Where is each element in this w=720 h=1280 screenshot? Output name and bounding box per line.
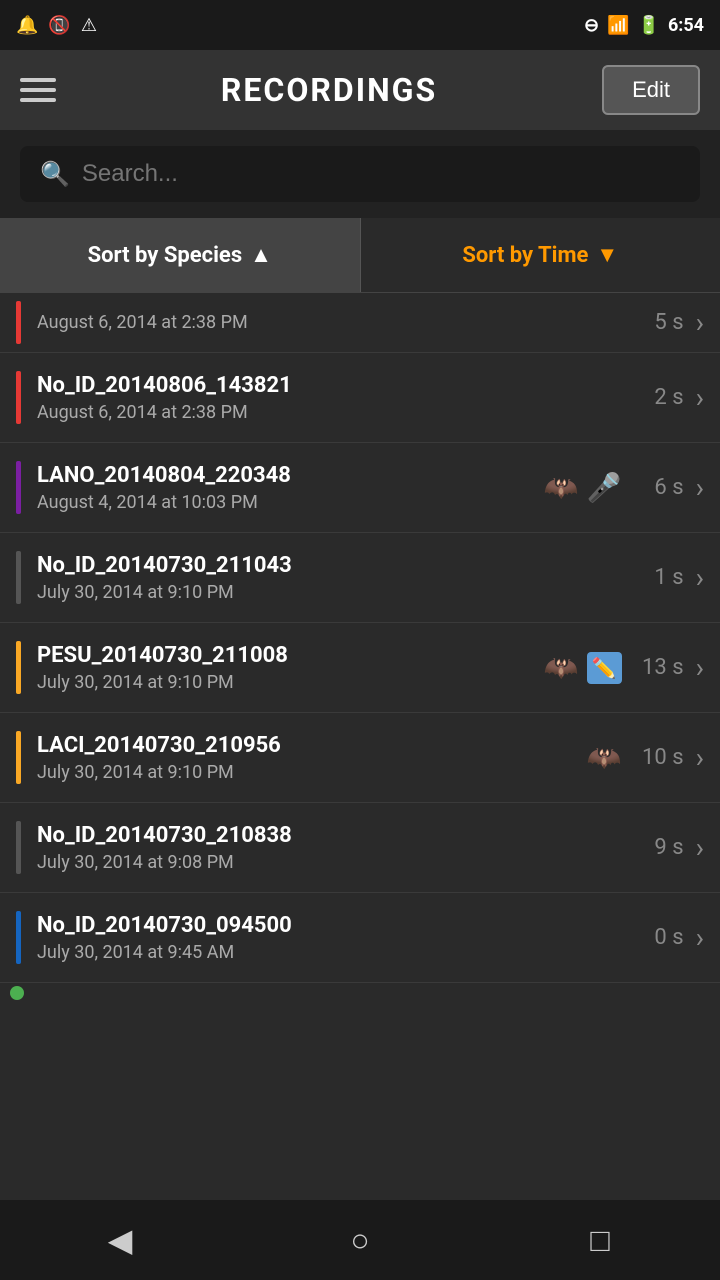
signal-off-icon: 📶 bbox=[607, 15, 629, 36]
item-date: July 30, 2014 at 9:10 PM bbox=[37, 672, 536, 693]
notification-icon: 🔔 bbox=[16, 15, 38, 36]
left-bar bbox=[16, 551, 21, 604]
left-bar bbox=[16, 301, 21, 344]
bat-icon: 🦇 bbox=[544, 651, 579, 684]
item-content: No_ID_20140806_143821 August 6, 2014 at … bbox=[37, 373, 622, 423]
sort-time-arrow: ▼ bbox=[596, 242, 618, 268]
item-content: No_ID_20140730_094500 July 30, 2014 at 9… bbox=[37, 913, 622, 963]
item-duration: 0 s bbox=[634, 925, 684, 950]
mic-icon: 🎤 bbox=[587, 471, 622, 504]
item-title: LACI_20140730_210956 bbox=[37, 733, 579, 758]
item-content: LANO_20140804_220348 August 4, 2014 at 1… bbox=[37, 463, 536, 513]
hamburger-line2 bbox=[20, 88, 56, 92]
sort-time-label: Sort by Time bbox=[462, 243, 588, 268]
chevron-right-icon: › bbox=[696, 921, 704, 954]
sort-species-arrow: ▲ bbox=[250, 242, 272, 268]
sort-by-species-button[interactable]: Sort by Species ▲ bbox=[0, 218, 361, 292]
pen-icon: ✏️ bbox=[587, 652, 622, 684]
item-duration: 6 s bbox=[634, 475, 684, 500]
status-icons-right: ⊖ 📶 🔋 6:54 bbox=[584, 15, 704, 36]
sort-by-time-button[interactable]: Sort by Time ▼ bbox=[361, 218, 720, 292]
left-bar bbox=[16, 641, 21, 694]
edit-button[interactable]: Edit bbox=[602, 65, 700, 115]
recording-item[interactable]: No_ID_20140730_210838 July 30, 2014 at 9… bbox=[0, 803, 720, 893]
item-content: August 6, 2014 at 2:38 PM bbox=[37, 312, 622, 333]
item-duration: 9 s bbox=[634, 835, 684, 860]
sim-icon: 📵 bbox=[48, 15, 70, 36]
item-content: No_ID_20140730_210838 July 30, 2014 at 9… bbox=[37, 823, 622, 873]
recording-item-partial[interactable]: August 6, 2014 at 2:38 PM 5 s › bbox=[0, 293, 720, 353]
item-duration: 10 s bbox=[634, 745, 684, 770]
do-not-disturb-icon: ⊖ bbox=[584, 15, 599, 36]
status-icons-left: 🔔 📵 ⚠ bbox=[16, 15, 97, 36]
item-date: July 30, 2014 at 9:45 AM bbox=[37, 942, 622, 963]
recording-item[interactable]: No_ID_20140806_143821 August 6, 2014 at … bbox=[0, 353, 720, 443]
item-icons: 🦇 bbox=[587, 741, 622, 774]
bat-icon: 🦇 bbox=[544, 471, 579, 504]
item-title: No_ID_20140730_210838 bbox=[37, 823, 622, 848]
item-icons: 🦇 ✏️ bbox=[544, 651, 622, 684]
hamburger-line1 bbox=[20, 78, 56, 82]
recording-item[interactable]: PESU_20140730_211008 July 30, 2014 at 9:… bbox=[0, 623, 720, 713]
left-bar bbox=[16, 461, 21, 514]
item-title: PESU_20140730_211008 bbox=[37, 643, 536, 668]
bat-icon: 🦇 bbox=[587, 741, 622, 774]
left-bar bbox=[16, 371, 21, 424]
item-title: No_ID_20140730_211043 bbox=[37, 553, 622, 578]
recording-item[interactable]: No_ID_20140730_094500 July 30, 2014 at 9… bbox=[0, 893, 720, 983]
back-button[interactable]: ◀ bbox=[80, 1210, 160, 1270]
page-title: RECORDINGS bbox=[221, 71, 437, 109]
status-bar: 🔔 📵 ⚠ ⊖ 📶 🔋 6:54 bbox=[0, 0, 720, 50]
item-duration: 13 s bbox=[634, 655, 684, 680]
item-date: July 30, 2014 at 9:10 PM bbox=[37, 582, 622, 603]
recent-apps-button[interactable]: □ bbox=[560, 1210, 640, 1270]
home-button[interactable]: ○ bbox=[320, 1210, 400, 1270]
chevron-right-icon: › bbox=[696, 561, 704, 594]
chevron-right-icon: › bbox=[696, 741, 704, 774]
alert-icon: ⚠ bbox=[81, 15, 97, 36]
clock: 6:54 bbox=[668, 15, 704, 36]
item-duration: 5 s bbox=[634, 310, 684, 335]
recording-item[interactable]: No_ID_20140730_211043 July 30, 2014 at 9… bbox=[0, 533, 720, 623]
item-icons: 🦇 🎤 bbox=[544, 471, 622, 504]
search-icon: 🔍 bbox=[40, 160, 70, 188]
item-date: July 30, 2014 at 9:10 PM bbox=[37, 762, 579, 783]
recording-item[interactable]: LANO_20140804_220348 August 4, 2014 at 1… bbox=[0, 443, 720, 533]
item-title: No_ID_20140806_143821 bbox=[37, 373, 622, 398]
recording-list: August 6, 2014 at 2:38 PM 5 s › No_ID_20… bbox=[0, 293, 720, 983]
search-container: 🔍 bbox=[0, 130, 720, 218]
item-duration: 2 s bbox=[634, 385, 684, 410]
item-date: August 6, 2014 at 2:38 PM bbox=[37, 402, 622, 423]
hamburger-line3 bbox=[20, 98, 56, 102]
item-date: July 30, 2014 at 9:08 PM bbox=[37, 852, 622, 873]
green-status-dot bbox=[10, 986, 24, 1000]
header: RECORDINGS Edit bbox=[0, 50, 720, 130]
item-content: LACI_20140730_210956 July 30, 2014 at 9:… bbox=[37, 733, 579, 783]
left-bar bbox=[16, 821, 21, 874]
recording-item[interactable]: LACI_20140730_210956 July 30, 2014 at 9:… bbox=[0, 713, 720, 803]
search-input[interactable] bbox=[82, 160, 680, 188]
item-title: No_ID_20140730_094500 bbox=[37, 913, 622, 938]
battery-icon: 🔋 bbox=[638, 15, 660, 36]
chevron-right-icon: › bbox=[696, 381, 704, 414]
item-duration: 1 s bbox=[634, 565, 684, 590]
sort-buttons: Sort by Species ▲ Sort by Time ▼ bbox=[0, 218, 720, 293]
item-content: PESU_20140730_211008 July 30, 2014 at 9:… bbox=[37, 643, 536, 693]
sort-species-label: Sort by Species bbox=[88, 243, 243, 268]
item-title: LANO_20140804_220348 bbox=[37, 463, 536, 488]
item-date: August 6, 2014 at 2:38 PM bbox=[37, 312, 622, 333]
item-date: August 4, 2014 at 10:03 PM bbox=[37, 492, 536, 513]
chevron-right-icon: › bbox=[696, 306, 704, 339]
search-bar[interactable]: 🔍 bbox=[20, 146, 700, 202]
bottom-nav: ◀ ○ □ bbox=[0, 1200, 720, 1280]
chevron-right-icon: › bbox=[696, 471, 704, 504]
left-bar bbox=[16, 911, 21, 964]
left-bar bbox=[16, 731, 21, 784]
item-content: No_ID_20140730_211043 July 30, 2014 at 9… bbox=[37, 553, 622, 603]
chevron-right-icon: › bbox=[696, 831, 704, 864]
chevron-right-icon: › bbox=[696, 651, 704, 684]
menu-button[interactable] bbox=[20, 78, 56, 102]
